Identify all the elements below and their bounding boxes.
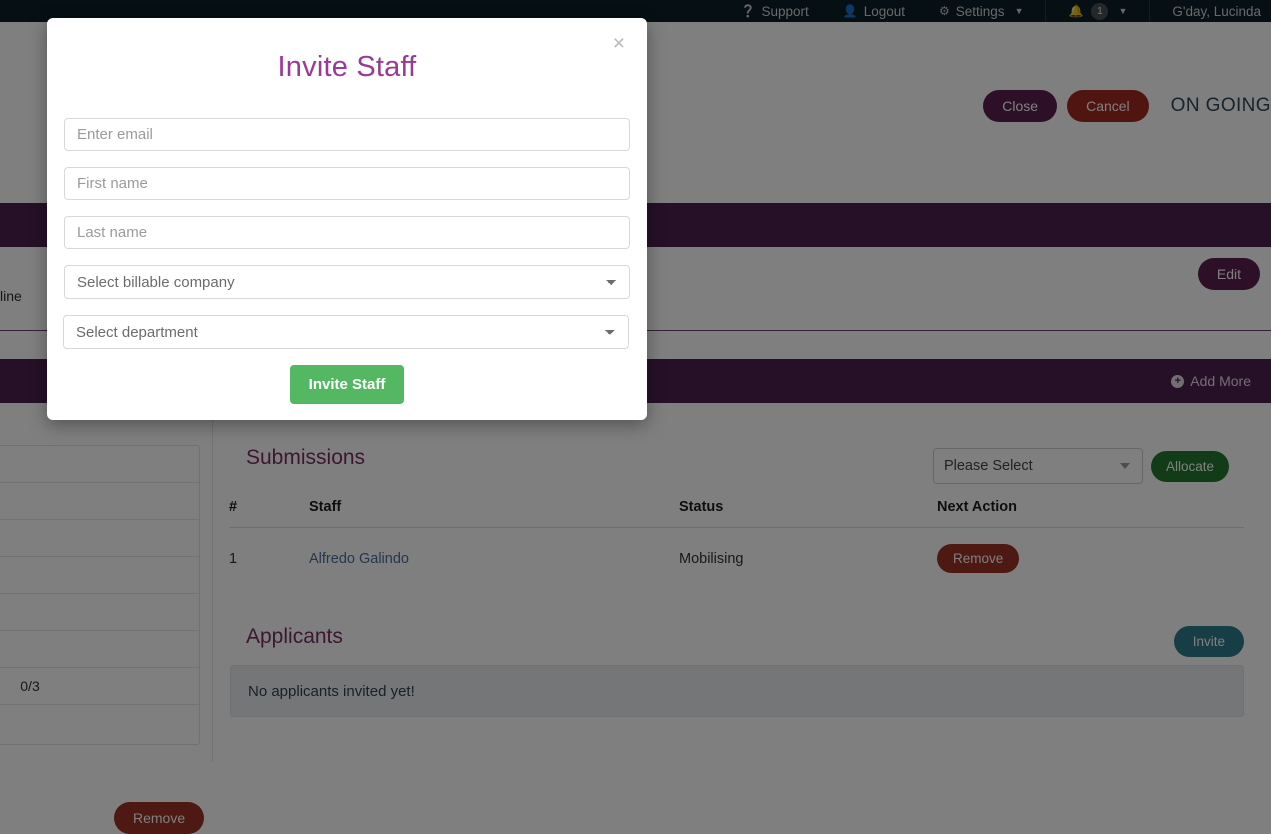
last-name-field[interactable]	[64, 216, 630, 249]
invite-staff-modal: × Invite Staff Select billable company S…	[47, 18, 647, 420]
modal-title: Invite Staff	[277, 51, 417, 83]
close-icon[interactable]: ×	[607, 32, 631, 55]
modal-footer: Invite Staff	[64, 365, 630, 404]
app-root: ❔ Support 👤 Logout ⚙ Settings ▼ 🔔 1 ▼ G'…	[0, 0, 1271, 834]
department-select[interactable]: Select department	[63, 315, 629, 349]
modal-body: Select billable company Select departmen…	[47, 118, 647, 404]
first-name-field[interactable]	[64, 167, 630, 200]
email-field[interactable]	[64, 118, 630, 151]
invite-staff-submit-button[interactable]: Invite Staff	[289, 365, 405, 404]
billable-company-select[interactable]: Select billable company	[64, 265, 630, 299]
